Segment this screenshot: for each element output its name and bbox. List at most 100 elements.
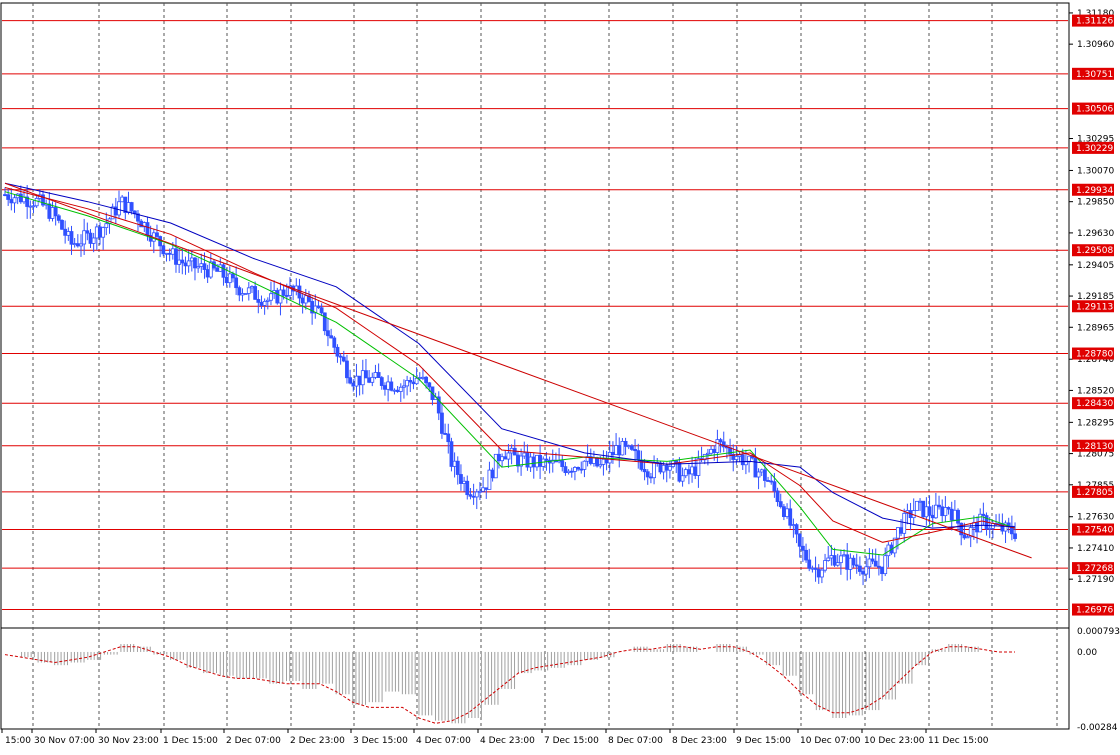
candle-body (82, 230, 87, 245)
candle-body (845, 554, 850, 570)
candle-body (34, 197, 39, 207)
candle-body (838, 555, 843, 564)
level-label: 1.28130 (1076, 442, 1113, 452)
candle-body (601, 458, 606, 465)
candle-body (506, 452, 511, 460)
candle-body (800, 545, 805, 551)
candle-body (557, 460, 561, 463)
candle-body (104, 223, 109, 229)
time-tick-label: 30 Nov 07:00 (34, 736, 95, 746)
candle-body (94, 226, 99, 239)
candle-body (497, 453, 501, 462)
candle-body (250, 286, 254, 289)
indicator-tick-label: -0.00284 (1077, 723, 1118, 733)
candle-body (516, 454, 520, 467)
time-tick-label: 15:00 (5, 736, 31, 746)
candle-body (354, 375, 359, 387)
candle-body (117, 201, 121, 216)
time-tick-label: 2 Dec 23:00 (290, 736, 345, 746)
candle-body (943, 507, 948, 517)
candle-body (275, 290, 280, 304)
candle-body (772, 481, 777, 492)
candle-body (417, 377, 422, 379)
level-label: 1.30506 (1076, 105, 1113, 115)
candle-body (484, 487, 489, 490)
candle-body (620, 441, 625, 456)
candle-body (861, 571, 865, 575)
candle-body (813, 567, 818, 570)
candle-body (265, 299, 270, 302)
candle-body (414, 377, 419, 385)
candle-body (348, 377, 353, 384)
candle-body (918, 500, 922, 503)
chart-background (0, 0, 1120, 755)
candle-body (443, 433, 448, 435)
candle-body (503, 456, 508, 460)
candle-body (579, 468, 584, 471)
candle-body (440, 412, 444, 434)
candle-body (174, 248, 178, 265)
candle-body (322, 312, 327, 332)
candle-body (329, 335, 334, 339)
candle-body (734, 456, 739, 460)
candle-body (478, 490, 482, 493)
candle-body (183, 262, 188, 267)
time-tick-label: 4 Dec 23:00 (480, 736, 535, 746)
candle-body (791, 524, 796, 527)
candle-body (823, 560, 827, 571)
candle-body (69, 231, 74, 245)
candle-body (766, 480, 770, 482)
candle-body (962, 534, 967, 539)
candle-body (411, 381, 416, 385)
candle-body (1013, 533, 1017, 539)
candle-body (63, 228, 68, 236)
candle-body (981, 513, 986, 516)
candle-body (53, 207, 58, 217)
candle-body (405, 380, 410, 387)
indicator-tick-label: 0.000793 (1077, 627, 1120, 637)
time-tick-label: 11 Dec 15:00 (928, 736, 989, 746)
time-tick-label: 8 Dec 07:00 (608, 736, 663, 746)
level-label: 1.27805 (1076, 488, 1113, 498)
candle-body (785, 508, 789, 517)
candle-body (933, 504, 938, 519)
price-tick-label: 1.27630 (1077, 513, 1114, 523)
candle-body (85, 230, 90, 234)
candle-body (129, 202, 134, 212)
candle-body (832, 555, 837, 566)
time-tick-label: 2 Dec 07:00 (226, 736, 281, 746)
candle-body (98, 226, 102, 238)
candle-body (756, 471, 761, 478)
price-tick-label: 1.28295 (1077, 418, 1114, 428)
candle-body (604, 458, 609, 464)
candle-body (658, 462, 663, 473)
level-label: 1.30751 (1076, 70, 1113, 80)
candle-body (781, 506, 786, 517)
candle-body (819, 569, 824, 578)
candle-body (975, 522, 979, 533)
candle-body (753, 457, 758, 478)
candle-body (50, 207, 55, 219)
candle-body (541, 458, 546, 467)
candle-body (196, 266, 201, 269)
candle-body (528, 456, 533, 468)
price-tick-label: 1.30960 (1077, 40, 1114, 50)
level-label: 1.26976 (1076, 606, 1113, 616)
candle-body (56, 215, 61, 221)
candle-body (240, 293, 245, 296)
candle-body (560, 460, 565, 468)
candle-body (9, 199, 14, 204)
candle-body (88, 232, 93, 244)
candle-body (12, 197, 17, 204)
candle-body (687, 469, 691, 475)
candle-body (762, 469, 767, 481)
candle-body (683, 469, 688, 477)
candle-body (873, 560, 878, 567)
candle-body (854, 564, 859, 567)
candle-body (956, 509, 960, 524)
price-chart[interactable]: 1.311801.309601.302951.300701.298501.296… (0, 0, 1120, 755)
time-tick-label: 3 Dec 15:00 (353, 736, 408, 746)
candle-body (718, 439, 723, 443)
candle-body (706, 452, 710, 455)
candle-body (880, 566, 884, 575)
